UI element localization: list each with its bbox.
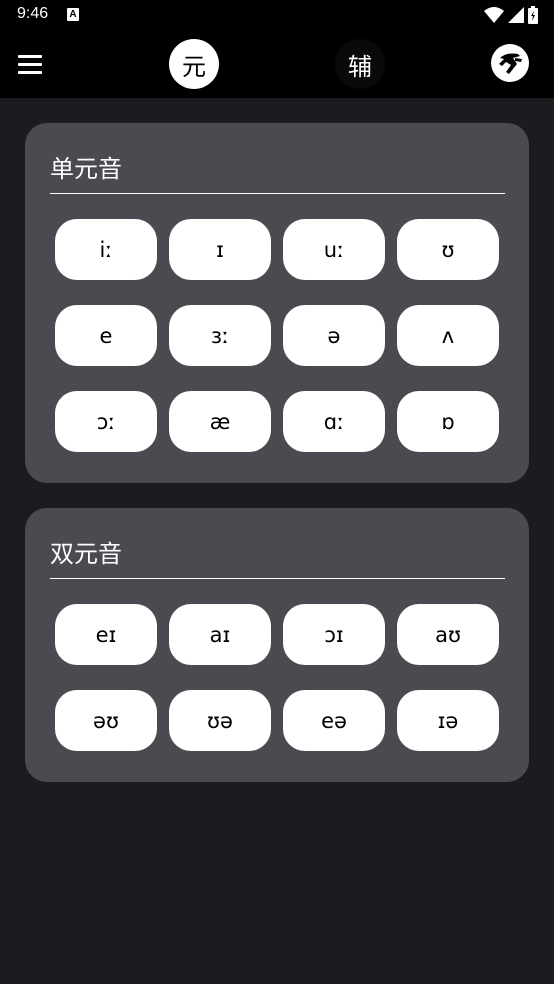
phoneme-key[interactable]: aɪ	[169, 604, 271, 665]
phoneme-key[interactable]: aʊ	[397, 604, 499, 665]
diphthongs-title: 双元音	[50, 540, 122, 568]
monophthongs-card: 单元音 iː ɪ uː ʊ e ɜː ə ʌ ɔː æ ɑː ɒ	[25, 123, 529, 483]
phoneme-key[interactable]: iː	[55, 219, 157, 280]
status-icons	[484, 6, 538, 24]
phoneme-key[interactable]: ɔɪ	[283, 604, 385, 665]
phoneme-key[interactable]: ʌ	[397, 305, 499, 366]
phoneme-key[interactable]: ə	[283, 305, 385, 366]
divider	[50, 578, 505, 579]
phoneme-key[interactable]: ɪə	[397, 690, 499, 751]
phoneme-key[interactable]: ʊə	[169, 690, 271, 751]
phoneme-key[interactable]: e	[55, 305, 157, 366]
runner-icon	[499, 53, 522, 74]
notification-icon: A	[67, 8, 79, 21]
phoneme-key[interactable]: əʊ	[55, 690, 157, 751]
app-bar: 元 辅	[0, 30, 554, 98]
status-time: 9:46	[17, 5, 49, 22]
menu-icon-bar	[18, 70, 42, 74]
phoneme-key[interactable]: æ	[169, 391, 271, 452]
status-bar: 9:46 A	[0, 0, 554, 30]
phoneme-key[interactable]: ɒ	[397, 391, 499, 452]
phoneme-key[interactable]: eə	[283, 690, 385, 751]
phoneme-key[interactable]: eɪ	[55, 604, 157, 665]
phoneme-key[interactable]: ɜː	[169, 305, 271, 366]
signal-icon	[508, 7, 524, 23]
divider	[50, 193, 505, 194]
menu-icon-bar	[18, 62, 42, 66]
diphthongs-card: 双元音 eɪ aɪ ɔɪ aʊ əʊ ʊə eə ɪə	[25, 508, 529, 782]
phoneme-key[interactable]: ɪ	[169, 219, 271, 280]
app-logo-button[interactable]	[491, 44, 529, 82]
phoneme-key[interactable]: ɔː	[55, 391, 157, 452]
tab-consonants[interactable]: 辅	[335, 39, 385, 89]
phoneme-key[interactable]: ʊ	[397, 219, 499, 280]
monophthongs-title: 单元音	[50, 155, 122, 183]
menu-icon	[18, 54, 42, 58]
menu-button[interactable]	[18, 50, 52, 78]
phoneme-key[interactable]: ɑː	[283, 391, 385, 452]
phoneme-key[interactable]: uː	[283, 219, 385, 280]
battery-icon	[528, 6, 538, 24]
wifi-icon	[484, 7, 504, 23]
tab-vowels[interactable]: 元	[169, 39, 219, 89]
